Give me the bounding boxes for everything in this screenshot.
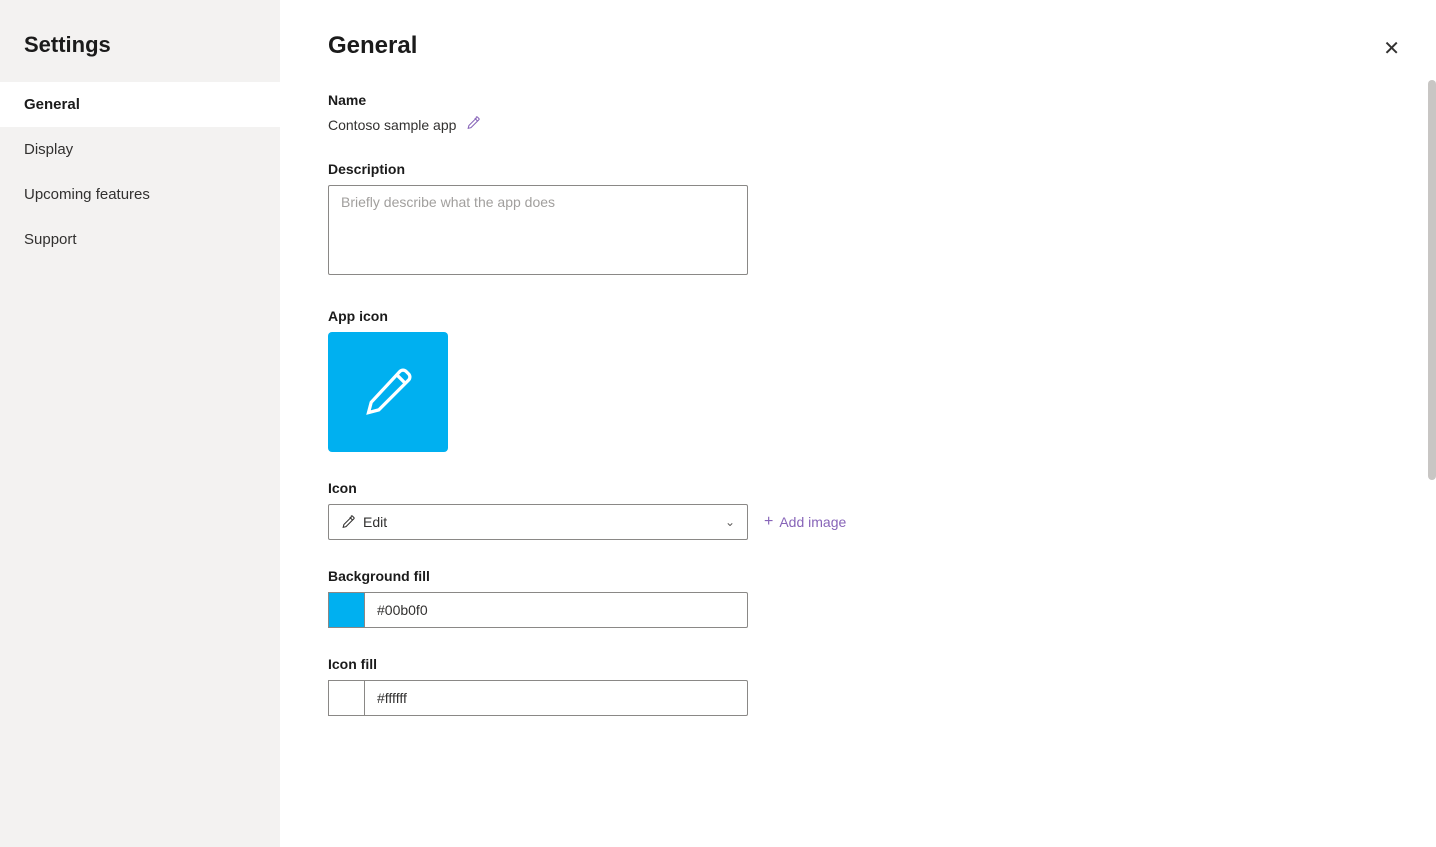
icon-fill-label: Icon fill — [328, 656, 1388, 672]
main-content: General ✕ Name Contoso sample app Descri… — [280, 0, 1436, 847]
main-header: General — [328, 32, 1388, 60]
background-fill-input[interactable] — [364, 592, 748, 628]
description-section: Description — [328, 161, 1388, 280]
add-image-button[interactable]: + Add image — [764, 513, 846, 531]
description-textarea[interactable] — [328, 185, 748, 275]
icon-fill-row — [328, 680, 1388, 716]
name-section: Name Contoso sample app — [328, 92, 1388, 133]
page-title: General — [328, 32, 417, 60]
edit-icon-small — [341, 515, 355, 529]
icon-dropdown[interactable]: Edit ⌄ — [328, 504, 748, 540]
sidebar-item-upcoming-features[interactable]: Upcoming features — [0, 172, 280, 217]
add-image-plus: + — [764, 513, 773, 531]
icon-fill-section: Icon fill — [328, 656, 1388, 716]
add-image-label: Add image — [779, 514, 846, 530]
icon-row: Edit ⌄ + Add image — [328, 504, 1388, 540]
sidebar-item-general[interactable]: General — [0, 82, 280, 127]
sidebar-nav: General Display Upcoming features Suppor… — [0, 82, 280, 262]
name-value-row: Contoso sample app — [328, 116, 1388, 133]
app-icon-label: App icon — [328, 308, 1388, 324]
app-name-value: Contoso sample app — [328, 117, 456, 133]
sidebar-item-support[interactable]: Support — [0, 217, 280, 262]
scrollbar-track[interactable] — [1428, 0, 1436, 847]
name-label: Name — [328, 92, 1388, 108]
close-button[interactable]: ✕ — [1379, 32, 1404, 65]
sidebar: Settings General Display Upcoming featur… — [0, 0, 280, 847]
sidebar-item-display[interactable]: Display — [0, 127, 280, 172]
background-fill-row — [328, 592, 1388, 628]
icon-label: Icon — [328, 480, 1388, 496]
background-fill-label: Background fill — [328, 568, 1388, 584]
icon-select-value: Edit — [363, 514, 387, 530]
name-edit-icon[interactable] — [466, 116, 480, 133]
description-label: Description — [328, 161, 1388, 177]
app-icon-section: App icon — [328, 308, 1388, 452]
icon-fill-input[interactable] — [364, 680, 748, 716]
background-fill-swatch[interactable] — [328, 592, 364, 628]
background-fill-section: Background fill — [328, 568, 1388, 628]
scrollbar-thumb[interactable] — [1428, 80, 1436, 480]
icon-fill-swatch[interactable] — [328, 680, 364, 716]
sidebar-title: Settings — [0, 16, 280, 82]
icon-section: Icon Edit ⌄ + Add image — [328, 480, 1388, 540]
chevron-down-icon: ⌄ — [725, 515, 735, 529]
app-icon-preview — [328, 332, 448, 452]
